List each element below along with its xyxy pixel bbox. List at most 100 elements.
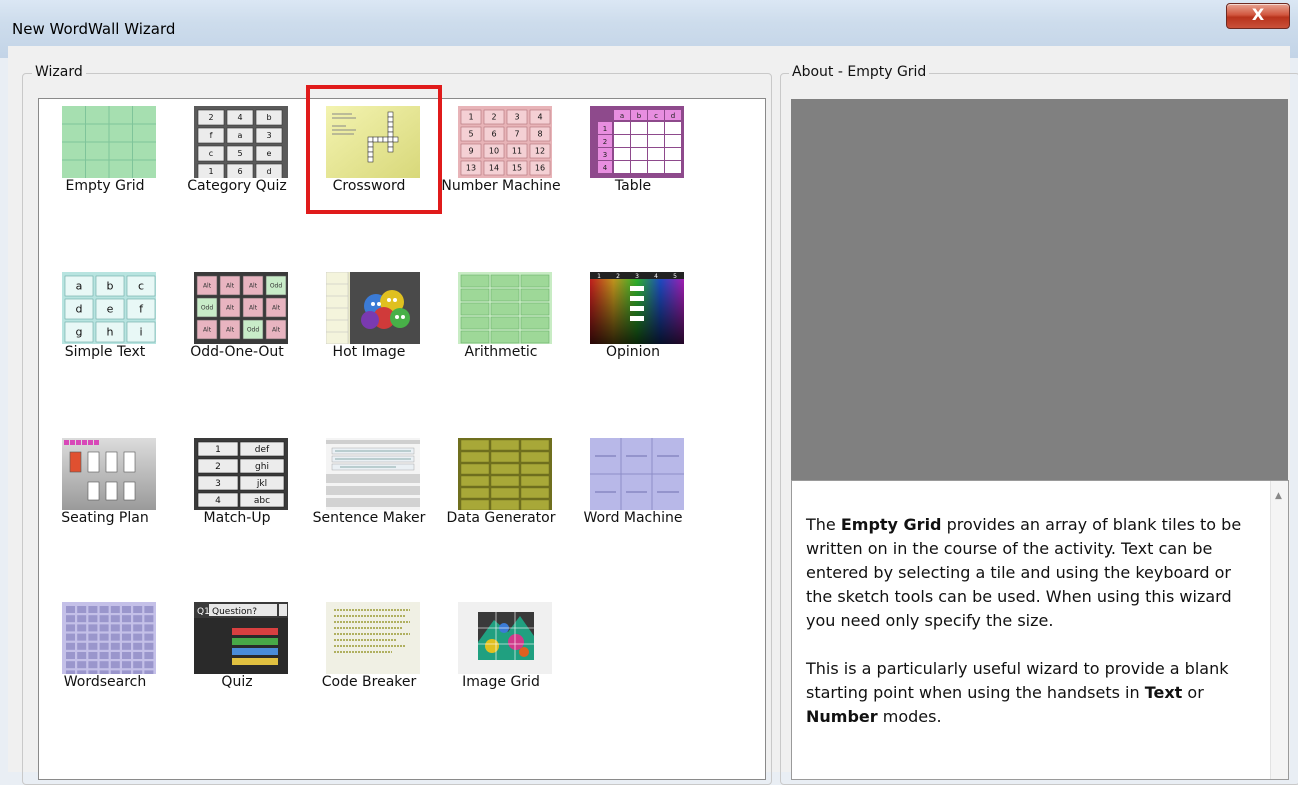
odd-one-out-cell-text: Alt [249, 283, 258, 290]
wizard-tile-sentence-maker[interactable]: Sentence Maker [304, 432, 434, 542]
number-machine-cell-text: 14 [489, 164, 499, 173]
image-grid-thumbnail [458, 602, 552, 674]
wizard-label: Code Breaker [321, 674, 417, 690]
wizard-tile-word-machine[interactable]: Word Machine [568, 432, 698, 542]
empty-grid-thumbnail [62, 106, 156, 178]
word-machine-thumbnail [590, 438, 684, 510]
sentence-maker-thumbnail [326, 438, 420, 510]
number-machine-cell-text: 3 [514, 113, 519, 122]
wizard-preview-image [791, 99, 1288, 486]
wizard-tile-odd-one-out[interactable]: Alt Alt Alt Odd Odd Alt Alt Alt Alt Alt Odd Alt Odd… [172, 266, 302, 376]
odd-one-out-cell-text: Alt [249, 305, 258, 312]
opinion-thumbnail: 1 2 3 4 5 [590, 272, 684, 344]
wizard-tile-empty-grid[interactable]: Empty Grid [40, 100, 170, 210]
wizard-label: Wordsearch [63, 674, 147, 690]
wizard-description: The Empty Grid provides an array of blan… [791, 480, 1289, 780]
wizard-group-label: Wizard [32, 64, 86, 80]
wizard-tile-quiz[interactable]: Q1 Question? Quiz [172, 596, 302, 706]
wizard-label: Match-Up [203, 510, 271, 526]
quiz-thumbnail: Q1 Question? [194, 602, 288, 674]
code-breaker-thumbnail [326, 602, 420, 674]
wizard-tile-data-generator[interactable]: Data Generator [436, 432, 566, 542]
match-up-cell-text: abc [254, 496, 270, 506]
number-machine-cell-text: 7 [514, 130, 519, 139]
simple-text-cell-text: g [76, 326, 83, 339]
simple-text-cell-text: e [107, 303, 114, 316]
number-machine-cell-text: 10 [489, 147, 499, 156]
wizard-tile-seating-plan[interactable]: Seating Plan [40, 432, 170, 542]
wizard-label: Category Quiz [187, 178, 287, 194]
simple-text-cell-text: d [76, 303, 83, 316]
wizard-tile-wordsearch[interactable]: Wordsearch [40, 596, 170, 706]
wizard-tile-category-quiz[interactable]: 2 4 b f a 3 c 5 e 1 6 d Category Quiz [172, 100, 302, 210]
odd-one-out-cell-text: Alt [226, 327, 235, 334]
about-group-label: About - Empty Grid [789, 64, 930, 80]
category-quiz-cell-text: 6 [237, 167, 242, 176]
wizard-label: Arithmetic [464, 344, 538, 360]
description-scrollbar[interactable]: ▲ [1270, 481, 1288, 779]
simple-text-cell-text: b [107, 280, 114, 293]
match-up-cell-text: 4 [215, 496, 221, 506]
simple-text-cell-text: i [139, 326, 142, 339]
match-up-cell-text: jkl [256, 479, 267, 489]
description-text: The Empty Grid provides an array of blan… [806, 513, 1256, 753]
quiz-question: Question? [212, 607, 257, 617]
number-machine-cell-text: 13 [466, 164, 476, 173]
table-row-text: 1 [603, 125, 607, 133]
category-quiz-cell-text: 3 [266, 131, 271, 140]
wizard-tile-code-breaker[interactable]: Code Breaker [304, 596, 434, 706]
match-up-cell-text: ghi [255, 462, 269, 472]
wizard-tile-table[interactable]: a b c d 1 2 3 4 Table [568, 100, 698, 210]
number-machine-cell-text: 11 [512, 147, 522, 156]
category-quiz-cell-text: b [266, 113, 271, 122]
odd-one-out-cell-text: Alt [272, 305, 281, 312]
wizard-tile-simple-text[interactable]: abcdefghi Simple Text [40, 266, 170, 376]
category-quiz-cell-text: 2 [208, 113, 213, 122]
wizard-tile-hot-image[interactable]: Hot Image [304, 266, 434, 376]
wizard-tile-number-machine[interactable]: 1 2 3 4 5 6 7 8 9 10 11 12 13 14 15 16 Number Machine [436, 100, 566, 210]
wizard-label: Image Grid [462, 674, 540, 690]
opinion-header-text: 2 [616, 273, 620, 280]
wizard-label: Word Machine [583, 510, 683, 526]
window-title: New WordWall Wizard [12, 20, 176, 38]
wizard-label: Table [614, 178, 652, 194]
opinion-header-text: 5 [673, 273, 677, 280]
category-quiz-cell-text: d [266, 167, 271, 176]
number-machine-cell-text: 15 [512, 164, 522, 173]
number-machine-cell-text: 8 [537, 130, 542, 139]
wizard-tile-image-grid[interactable]: Image Grid [436, 596, 566, 706]
description-paragraph-1: The Empty Grid provides an array of blan… [806, 515, 1242, 630]
number-machine-cell-text: 16 [535, 164, 545, 173]
wizard-label: Opinion [606, 344, 660, 360]
quiz-q-number: Q1 [197, 607, 210, 617]
category-quiz-cell-text: c [209, 149, 213, 158]
wordsearch-thumbnail [62, 602, 156, 674]
match-up-cell-text: 1 [215, 445, 221, 455]
number-machine-thumbnail: 1 2 3 45 6 7 89 10 11 1213 14 15 16 [458, 106, 552, 178]
number-machine-cell-text: 5 [468, 130, 473, 139]
close-button[interactable]: X [1226, 3, 1290, 29]
wizard-label: Sentence Maker [312, 510, 426, 526]
hot-image-thumbnail [326, 272, 420, 344]
simple-text-cell-text: c [138, 280, 144, 293]
number-machine-cell-text: 12 [535, 147, 545, 156]
odd-one-out-cell-text: Odd [270, 283, 283, 290]
table-header-text: a [620, 112, 624, 120]
table-row-text: 2 [603, 138, 607, 146]
match-up-cell-text: 3 [215, 479, 221, 489]
category-quiz-cell-text: e [267, 149, 272, 158]
category-quiz-cell-text: 4 [237, 113, 242, 122]
category-quiz-cell-text: f [210, 131, 213, 140]
arithmetic-thumbnail [458, 272, 552, 344]
data-generator-thumbnail [458, 438, 552, 510]
wizard-tile-arithmetic[interactable]: Arithmetic [436, 266, 566, 376]
match-up-cell-text: def [255, 445, 270, 455]
table-header-text: c [654, 112, 658, 120]
description-paragraph-2: This is a particularly useful wizard to … [806, 659, 1229, 726]
table-header-text: d [671, 112, 675, 120]
odd-one-out-cell-text: Alt [203, 283, 212, 290]
wizard-tile-opinion[interactable]: 1 2 3 4 5 Opinion [568, 266, 698, 376]
selected-wizard-highlight [306, 85, 442, 214]
scroll-up-icon[interactable]: ▲ [1275, 491, 1282, 501]
wizard-tile-match-up[interactable]: 1 def 2 ghi 3 jkl 4 abc Match-Up [172, 432, 302, 542]
